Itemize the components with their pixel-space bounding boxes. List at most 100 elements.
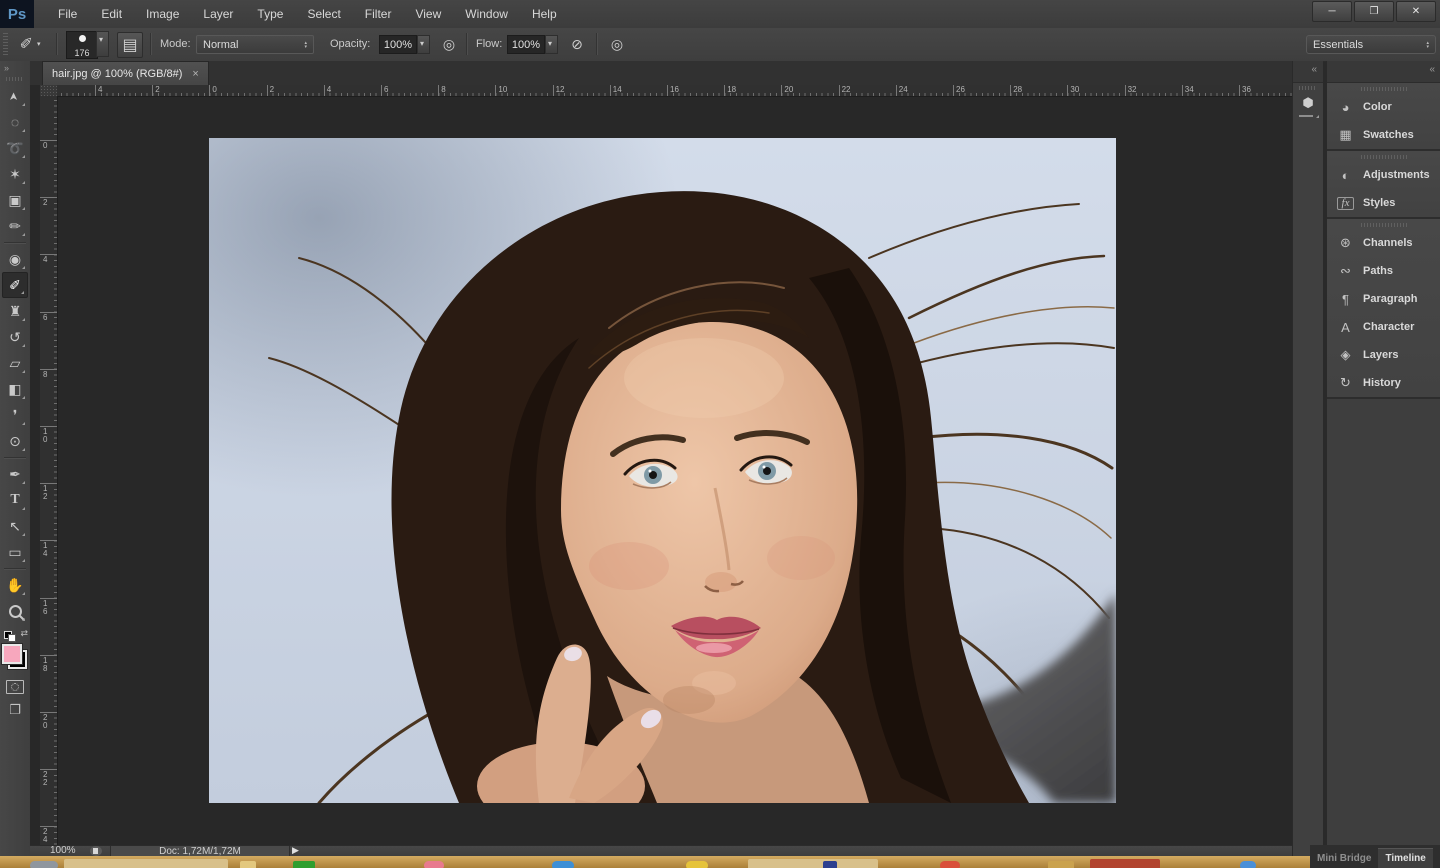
tab-timeline[interactable]: Timeline: [1378, 848, 1432, 868]
airbrush-button[interactable]: ⊘: [566, 32, 588, 56]
type-tool[interactable]: T: [2, 487, 28, 513]
ruler-label: 36: [1242, 85, 1251, 95]
open-window-2-taskbar-icon[interactable]: [748, 859, 878, 868]
menu-filter[interactable]: Filter: [355, 2, 402, 26]
crop-tool[interactable]: ▣: [2, 187, 28, 213]
blue-pin-app-taskbar-icon[interactable]: [1240, 861, 1256, 868]
default-swap-colors[interactable]: ⇄: [0, 628, 30, 642]
pink-app-taskbar-icon[interactable]: [424, 861, 444, 868]
ruler-label: 30: [1070, 85, 1079, 95]
menu-image[interactable]: Image: [136, 2, 189, 26]
menu-window[interactable]: Window: [455, 2, 518, 26]
zoom-tool[interactable]: [2, 598, 28, 624]
vertical-ruler[interactable]: 024681012141618202224: [40, 96, 58, 845]
ruler-tick: [95, 85, 96, 96]
panel-tab-styles[interactable]: fxStyles: [1327, 189, 1440, 217]
ruler-label: 10: [43, 428, 51, 444]
red-outline-window-taskbar-icon[interactable]: [1090, 859, 1160, 868]
menu-layer[interactable]: Layer: [193, 2, 243, 26]
brush-picker-arrow[interactable]: [96, 31, 109, 57]
blur-tool[interactable]: ❜: [2, 402, 28, 428]
navy-app-taskbar-icon[interactable]: [823, 861, 837, 868]
canvas-workspace[interactable]: 42024681012141618202224262830323436 0246…: [30, 85, 1292, 845]
collapse-dock-arrows[interactable]: «: [1327, 61, 1440, 83]
horizontal-ruler[interactable]: 42024681012141618202224262830323436: [57, 85, 1292, 97]
windows-taskbar[interactable]: [0, 856, 1310, 868]
collapse-dock-arrows[interactable]: «: [1293, 61, 1323, 83]
status-page-icon[interactable]: [90, 846, 102, 856]
foreground-color-swatch[interactable]: [2, 644, 22, 664]
panel-tab-layers[interactable]: ◈Layers: [1327, 341, 1440, 369]
panel-tab-label: Layers: [1363, 349, 1398, 361]
flow-slider-arrow[interactable]: [545, 35, 558, 54]
menu-edit[interactable]: Edit: [91, 2, 132, 26]
menu-type[interactable]: Type: [247, 2, 293, 26]
minimize-button[interactable]: ─: [1312, 1, 1352, 22]
screen-mode-button[interactable]: ❐: [0, 702, 30, 718]
start-orb-taskbar-icon[interactable]: [30, 861, 58, 868]
restore-button[interactable]: ❐: [1354, 1, 1394, 22]
menu-file[interactable]: File: [48, 2, 87, 26]
magic-wand-tool[interactable]: ✶: [2, 161, 28, 187]
brush-size-picker[interactable]: 176: [66, 31, 98, 59]
3d-panel-button[interactable]: ⬢: [1296, 94, 1320, 118]
document-tab[interactable]: hair.jpg @ 100% (RGB/8#) ×: [42, 61, 209, 86]
brush-tool[interactable]: ✐: [2, 272, 28, 298]
yellow-app-taskbar-icon[interactable]: [686, 861, 708, 868]
clone-stamp-tool[interactable]: ♜: [2, 298, 28, 324]
open-window-taskbar-icon[interactable]: [64, 859, 228, 868]
opacity-slider-arrow[interactable]: [417, 35, 430, 54]
blue-app-taskbar-icon[interactable]: [552, 861, 574, 868]
path-selection-tool[interactable]: ↖: [2, 513, 28, 539]
history-brush-tool[interactable]: ↺: [2, 324, 28, 350]
zoom-level-field[interactable]: 100%: [50, 845, 76, 856]
opacity-label: Opacity:: [330, 38, 370, 50]
workspace-select[interactable]: Essentials: [1306, 35, 1436, 54]
panel-tab-swatches[interactable]: ▦Swatches: [1327, 121, 1440, 149]
shape-tool[interactable]: ▭: [2, 539, 28, 565]
red-app-taskbar-icon[interactable]: [940, 861, 960, 868]
photo-canvas[interactable]: [209, 138, 1116, 803]
close-tab-icon[interactable]: ×: [192, 68, 198, 80]
pressure-size-button[interactable]: ◎: [606, 32, 628, 56]
marquee-tool[interactable]: ◌: [2, 109, 28, 135]
menu-view[interactable]: View: [405, 2, 451, 26]
panel-tab-character[interactable]: ACharacter: [1327, 313, 1440, 341]
green-app-taskbar-icon[interactable]: [293, 861, 315, 868]
tan-app-taskbar-icon[interactable]: [1048, 861, 1074, 868]
opacity-input[interactable]: 100%: [379, 35, 417, 54]
close-button[interactable]: ✕: [1396, 1, 1436, 22]
panel-tab-channels[interactable]: ⊛Channels: [1327, 229, 1440, 257]
blend-mode-select[interactable]: Normal: [196, 35, 314, 54]
panel-tab-paragraph[interactable]: ¶Paragraph: [1327, 285, 1440, 313]
folder-taskbar-icon[interactable]: [240, 861, 256, 868]
pressure-opacity-button[interactable]: ◎: [438, 32, 460, 56]
paint-bucket-tool[interactable]: ◧: [2, 376, 28, 402]
collapsed-panel-column: « ⬢: [1292, 61, 1323, 868]
panel-tab-history[interactable]: ↻History: [1327, 369, 1440, 397]
tab-mini-bridge[interactable]: Mini Bridge: [1310, 849, 1378, 868]
flow-input[interactable]: 100%: [507, 35, 545, 54]
eraser-tool[interactable]: ▱: [2, 350, 28, 376]
pen-tool[interactable]: ✒: [2, 461, 28, 487]
panel-tab-color[interactable]: ◕Color: [1327, 93, 1440, 121]
dodge-tool[interactable]: ⊙: [2, 428, 28, 454]
panel-tab-adjustments[interactable]: ◐Adjustments: [1327, 161, 1440, 189]
status-options-arrow[interactable]: ▶: [292, 845, 299, 856]
eyedropper-tool[interactable]: ✏: [2, 213, 28, 239]
move-tool[interactable]: ➤: [2, 83, 28, 109]
ruler-tick: [152, 85, 153, 96]
ruler-tick: [1239, 85, 1240, 96]
hand-tool[interactable]: ✋: [2, 572, 28, 598]
menu-help[interactable]: Help: [522, 2, 567, 26]
panel-tab-paths[interactable]: ∾Paths: [1327, 257, 1440, 285]
ruler-label: 16: [43, 600, 51, 616]
red-eye-healing-tool[interactable]: ◉: [2, 246, 28, 272]
paint-bucket-icon: ◧: [8, 382, 21, 396]
toggle-brush-panel-button[interactable]: ▤: [117, 32, 143, 58]
tool-preset-picker[interactable]: ✐ ▾: [12, 32, 48, 56]
quick-mask-button[interactable]: [6, 680, 24, 694]
tools-panel-expand[interactable]: »: [0, 61, 30, 77]
lasso-tool[interactable]: ➰: [2, 135, 28, 161]
menu-select[interactable]: Select: [297, 2, 350, 26]
